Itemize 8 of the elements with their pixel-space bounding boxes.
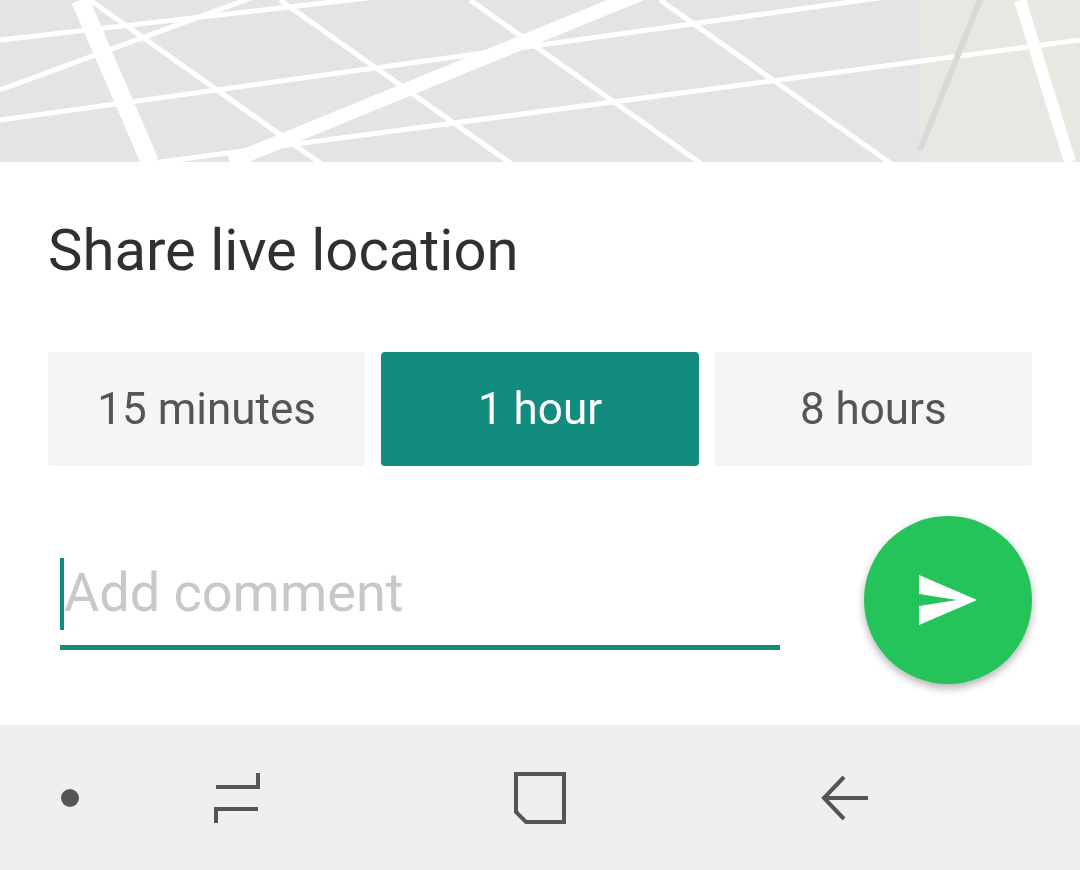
text-cursor xyxy=(60,558,64,630)
send-icon xyxy=(919,575,977,625)
recent-apps-icon[interactable] xyxy=(212,770,262,825)
home-icon[interactable] xyxy=(514,771,566,824)
duration-option[interactable]: 1 hour xyxy=(381,352,699,466)
duration-option[interactable]: 15 minutes xyxy=(48,352,366,466)
dialog-title: Share live location xyxy=(48,216,519,284)
duration-option[interactable]: 8 hours xyxy=(714,352,1032,466)
